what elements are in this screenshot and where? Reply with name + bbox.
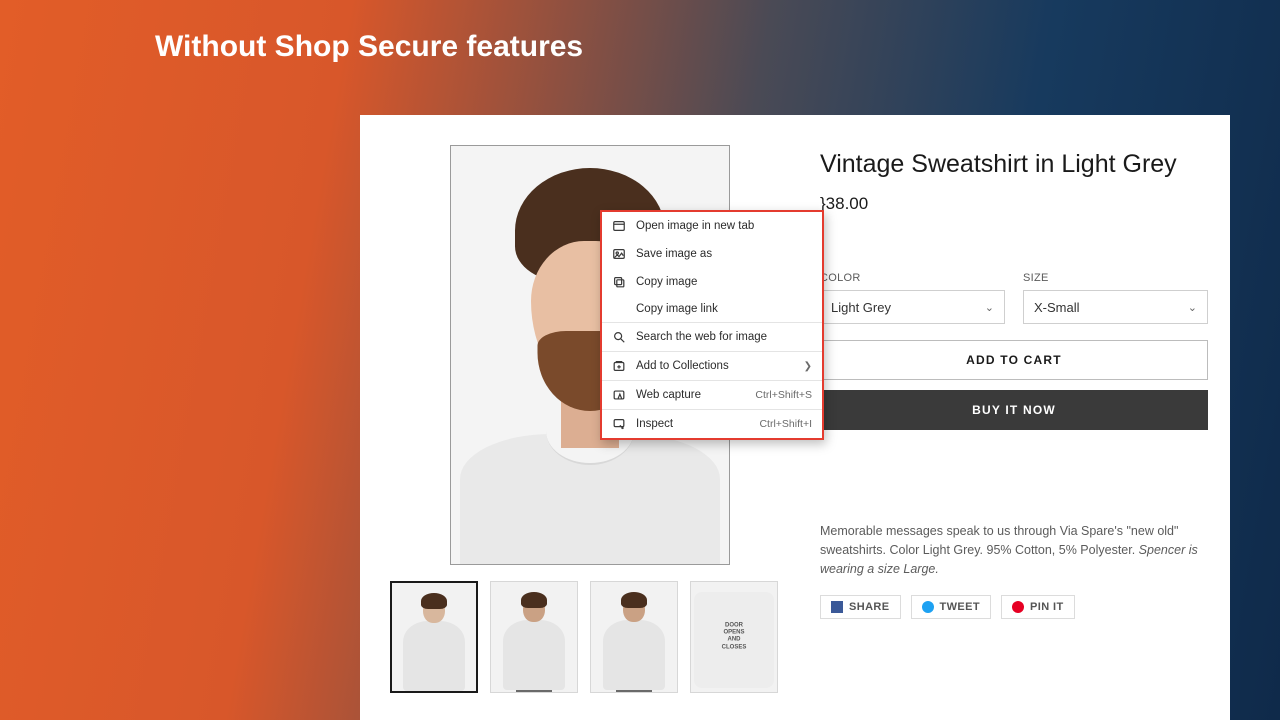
ctx-save-image-as[interactable]: Save image as (602, 240, 822, 268)
color-select-value: Light Grey (831, 300, 891, 315)
size-select[interactable]: X-Small ⌄ (1023, 290, 1208, 324)
ctx-copy-image-label: Copy image (636, 276, 812, 288)
thumbnail-row: DOOR OPENS AND CLOSES (390, 581, 790, 693)
chevron-down-icon: ⌄ (985, 301, 994, 314)
color-select[interactable]: Light Grey ⌄ (820, 290, 1005, 324)
facebook-icon (831, 601, 843, 613)
product-title: Vintage Sweatshirt in Light Grey (820, 149, 1208, 180)
image-context-menu: Open image in new tab Save image as Copy… (600, 210, 824, 440)
size-select-value: X-Small (1034, 300, 1080, 315)
product-details: Vintage Sweatshirt in Light Grey }38.00 … (820, 145, 1208, 693)
ctx-inspect-label: Inspect (636, 418, 749, 430)
ctx-copy-image-link[interactable]: Copy image link (602, 296, 822, 322)
option-color-label: COLOR (820, 272, 1005, 284)
ctx-save-image-as-label: Save image as (636, 248, 812, 260)
add-to-cart-button[interactable]: ADD TO CART (820, 340, 1208, 380)
ctx-web-capture-label: Web capture (636, 389, 745, 401)
ctx-copy-image[interactable]: Copy image (602, 268, 822, 296)
twitter-icon (922, 601, 934, 613)
ctx-add-to-collections-label: Add to Collections (636, 360, 794, 372)
thumbnail-2[interactable] (490, 581, 578, 693)
pin-label: PIN IT (1030, 601, 1064, 613)
search-icon (612, 330, 626, 344)
thumbnail-1[interactable] (390, 581, 478, 693)
social-share-row: SHARE TWEET PIN IT (820, 595, 1208, 619)
thumbnail-3[interactable] (590, 581, 678, 693)
ctx-search-web[interactable]: Search the web for image (602, 323, 822, 351)
copy-icon (612, 275, 626, 289)
share-facebook-button[interactable]: SHARE (820, 595, 901, 619)
ctx-search-web-label: Search the web for image (636, 331, 812, 343)
web-capture-icon (612, 388, 626, 402)
product-price: }38.00 (820, 194, 1208, 214)
buy-now-button[interactable]: BUY IT NOW (820, 390, 1208, 430)
thumbnail-4[interactable]: DOOR OPENS AND CLOSES (690, 581, 778, 693)
ctx-inspect[interactable]: Inspect Ctrl+Shift+I (602, 410, 822, 438)
option-color: COLOR Light Grey ⌄ (820, 272, 1005, 324)
ctx-web-capture-accel: Ctrl+Shift+S (755, 389, 812, 401)
option-size-label: SIZE (1023, 272, 1208, 284)
ctx-copy-image-link-label: Copy image link (636, 303, 812, 315)
collections-icon (612, 359, 626, 373)
image-icon (612, 247, 626, 261)
tweet-label: TWEET (940, 601, 981, 613)
new-tab-icon (612, 219, 626, 233)
product-description: Memorable messages speak to us through V… (820, 522, 1208, 578)
ctx-inspect-accel: Ctrl+Shift+I (759, 418, 812, 430)
inspect-icon (612, 417, 626, 431)
description-text: Memorable messages speak to us through V… (820, 524, 1178, 557)
thumbnail-4-text: DOOR OPENS AND CLOSES (722, 623, 747, 652)
option-size: SIZE X-Small ⌄ (1023, 272, 1208, 324)
slide-headline: Without Shop Secure features (155, 30, 583, 64)
ctx-web-capture[interactable]: Web capture Ctrl+Shift+S (602, 381, 822, 409)
share-pinterest-button[interactable]: PIN IT (1001, 595, 1075, 619)
chevron-down-icon: ⌄ (1188, 301, 1197, 314)
ctx-open-new-tab[interactable]: Open image in new tab (602, 212, 822, 240)
chevron-right-icon: ❯ (804, 361, 812, 372)
ctx-open-new-tab-label: Open image in new tab (636, 220, 812, 232)
share-label: SHARE (849, 601, 890, 613)
share-twitter-button[interactable]: TWEET (911, 595, 992, 619)
ctx-add-to-collections[interactable]: Add to Collections ❯ (602, 352, 822, 380)
pinterest-icon (1012, 601, 1024, 613)
